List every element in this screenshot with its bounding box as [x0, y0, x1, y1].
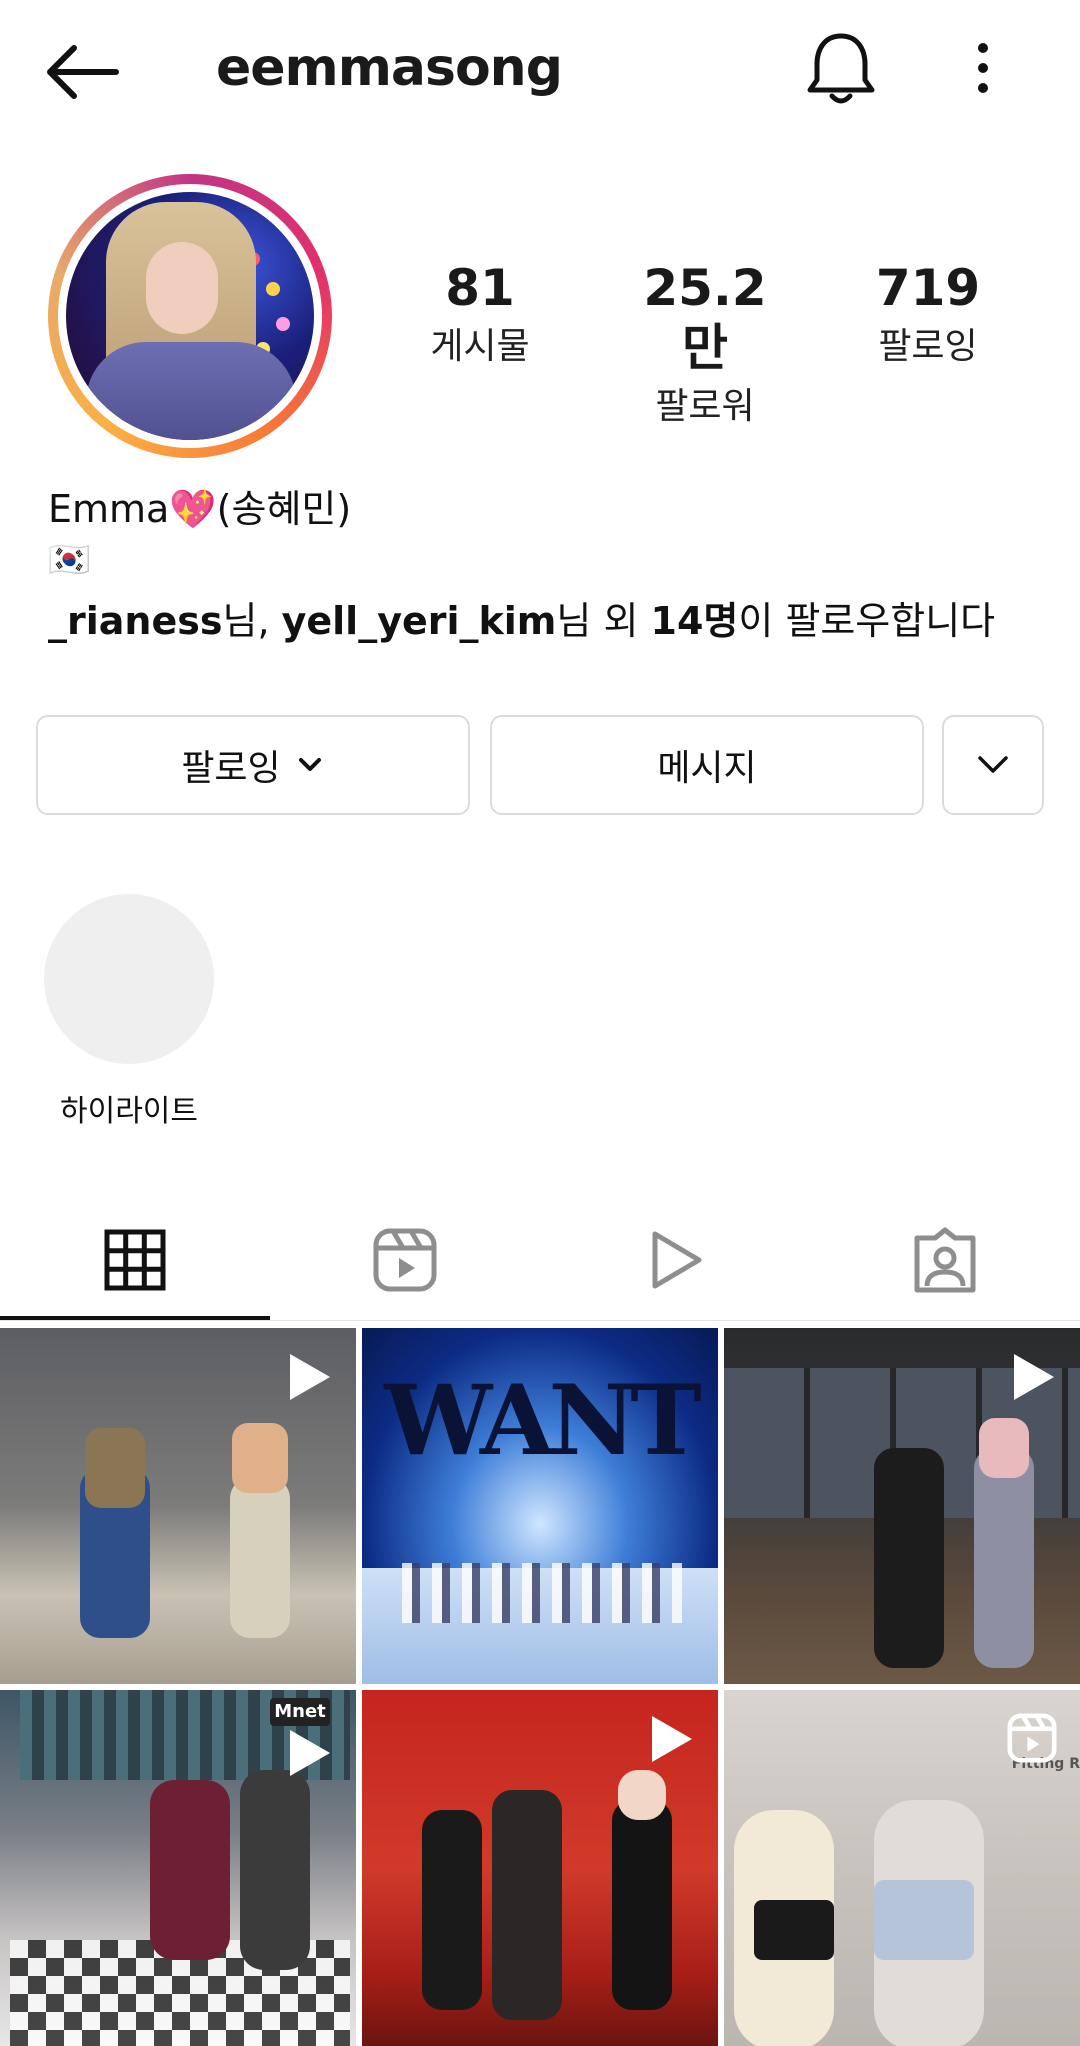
chevron-down-icon: [978, 756, 1008, 773]
following-label: 팔로잉: [181, 748, 281, 789]
followed-by-text[interactable]: _rianess님, yell_yeri_kim님 외 14명이 팔로우합니다: [48, 590, 995, 645]
grid-icon: [104, 1229, 166, 1291]
followed-by-sep: 님,: [222, 599, 282, 643]
highlight-label: 하이라이트: [60, 1094, 198, 1129]
message-button[interactable]: 메시지: [490, 715, 924, 815]
followers-count[interactable]: 25.2만 팔로워: [625, 258, 785, 430]
stat-value: 25.2만: [643, 259, 767, 377]
post-title: WANT: [384, 1364, 701, 1477]
post-tile[interactable]: WANT: [362, 1328, 718, 1684]
follower-username[interactable]: _rianess: [48, 599, 222, 643]
message-label: 메시지: [657, 748, 757, 789]
follower-username[interactable]: yell_yeri_kim: [282, 599, 557, 643]
posts-count[interactable]: 81 게시물: [400, 258, 560, 370]
video-indicator-icon: [290, 1730, 330, 1776]
tab-videos[interactable]: [540, 1200, 810, 1320]
followed-by-sep: 이 팔로우합니다: [738, 599, 996, 643]
avatar[interactable]: [66, 192, 314, 440]
tab-grid[interactable]: [0, 1200, 270, 1320]
stat-value: 81: [445, 259, 515, 317]
highlight-item[interactable]: [44, 894, 214, 1064]
tab-reels[interactable]: [270, 1200, 540, 1320]
more-options-button[interactable]: [968, 34, 998, 104]
stat-label: 팔로잉: [878, 326, 978, 367]
following-button[interactable]: 팔로잉: [36, 715, 470, 815]
post-tile[interactable]: [362, 1690, 718, 2046]
followed-by-sep: 님 외: [556, 599, 651, 643]
tab-tagged[interactable]: [810, 1200, 1080, 1320]
suggested-accounts-button[interactable]: [942, 715, 1044, 815]
tagged-user-icon: [914, 1227, 976, 1293]
more-vertical-icon: [978, 43, 988, 93]
name-korean: (송혜민): [216, 487, 352, 531]
video-indicator-icon: [1014, 1354, 1054, 1400]
chevron-down-icon: [298, 758, 321, 771]
stat-label: 팔로워: [655, 386, 755, 427]
post-tile[interactable]: [724, 1328, 1080, 1684]
mnet-badge: Mnet: [270, 1698, 330, 1726]
name-text: Emma: [48, 487, 170, 531]
post-tile[interactable]: Mnet: [0, 1690, 356, 2046]
following-count[interactable]: 719 팔로잉: [848, 258, 1008, 370]
profile-username: eemmasong: [216, 38, 563, 98]
post-tile[interactable]: Fitting R: [724, 1690, 1080, 2046]
video-indicator-icon: [652, 1716, 692, 1762]
play-icon: [652, 1231, 702, 1289]
divider: [0, 1320, 1080, 1321]
reels-icon: [373, 1228, 437, 1292]
bell-icon: [807, 33, 875, 104]
notifications-button[interactable]: [804, 28, 878, 108]
reels-badge-icon: [1007, 1713, 1057, 1763]
profile-display-name: Emma💖(송혜민): [48, 478, 351, 533]
video-indicator-icon: [290, 1354, 330, 1400]
heart-emoji: 💖: [169, 487, 217, 531]
stat-value: 719: [875, 259, 981, 317]
back-button[interactable]: [40, 40, 124, 104]
flag-emoji: 🇰🇷: [48, 540, 91, 580]
post-tile[interactable]: [0, 1328, 356, 1684]
stat-label: 게시물: [430, 326, 530, 367]
back-arrow-icon: [47, 45, 119, 99]
followed-by-count: 14명: [650, 599, 739, 643]
